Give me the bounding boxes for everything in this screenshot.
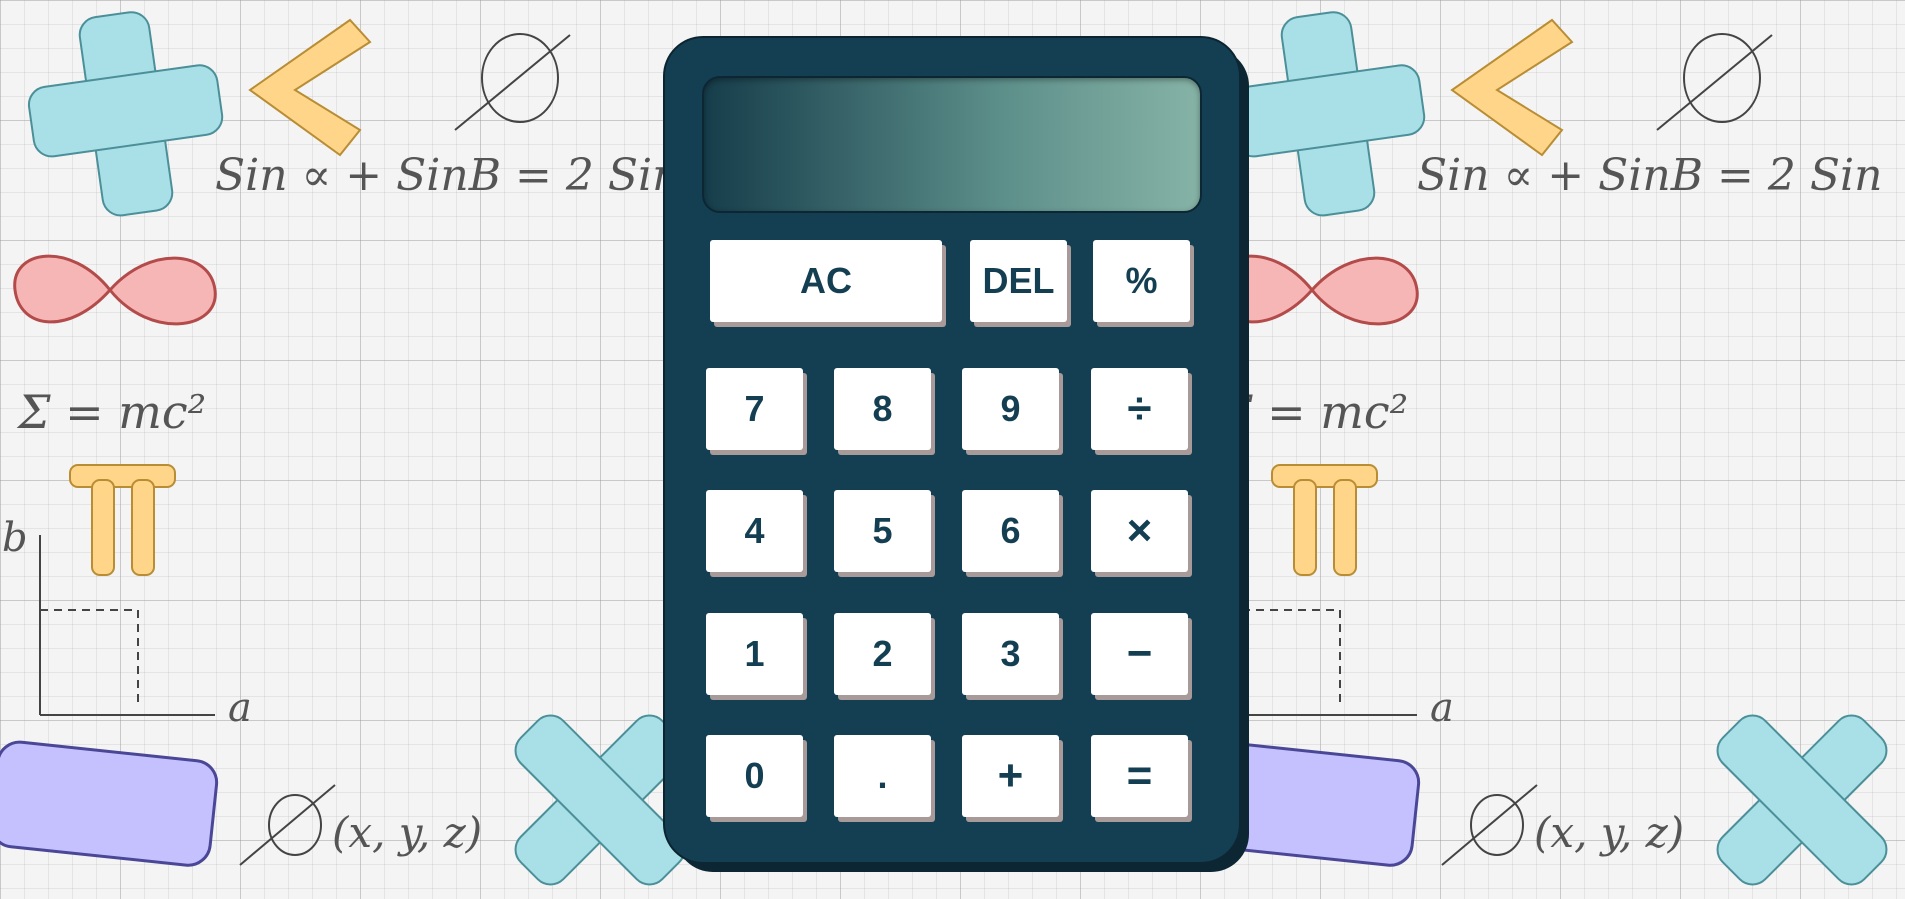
formula-sine-sum: Sin ∝ + SinB = 2 Sin xyxy=(1417,150,1883,201)
percent-button[interactable]: % xyxy=(1093,240,1190,322)
plus-icon xyxy=(1229,11,1426,217)
digit-5-button[interactable]: 5 xyxy=(834,490,931,572)
background-art xyxy=(1191,11,1888,886)
equals-button[interactable]: = xyxy=(1091,735,1188,817)
plus-icon xyxy=(27,11,224,217)
digit-1-button[interactable]: 1 xyxy=(706,613,803,695)
axis-label-a: a xyxy=(1430,685,1454,731)
calculator: AC DEL % 7 8 9 ÷ 4 5 6 × 1 2 3 − 0 . + = xyxy=(665,38,1239,862)
background-tile xyxy=(1191,0,1905,899)
digit-0-button[interactable]: 0 xyxy=(706,735,803,817)
less-than-icon xyxy=(1450,18,1574,157)
axis-label-b: b xyxy=(2,515,28,561)
multiply-button[interactable]: × xyxy=(1091,490,1188,572)
infinity-icon xyxy=(1215,254,1419,326)
all-clear-button[interactable]: AC xyxy=(710,240,942,322)
formula-energy: Σ = mc² xyxy=(1220,385,1409,439)
graph-axes-icon xyxy=(39,535,215,716)
calculator-display xyxy=(702,76,1202,213)
formula-sine-sum: Sin ∝ + SinB = 2 Sin xyxy=(215,150,681,201)
empty-set-icon xyxy=(239,784,336,866)
formula-energy: Σ = mc² xyxy=(18,385,207,439)
digit-7-button[interactable]: 7 xyxy=(706,368,803,450)
digit-3-button[interactable]: 3 xyxy=(962,613,1059,695)
formula-coordinates: (x, y, z) xyxy=(1534,808,1685,857)
pi-icon xyxy=(69,464,176,576)
axis-label-a: a xyxy=(228,685,252,731)
digit-6-button[interactable]: 6 xyxy=(962,490,1059,572)
decimal-point-button[interactable]: . xyxy=(834,735,931,817)
multiply-icon xyxy=(1716,714,1888,886)
digit-4-button[interactable]: 4 xyxy=(706,490,803,572)
less-than-icon xyxy=(248,18,372,157)
digit-9-button[interactable]: 9 xyxy=(962,368,1059,450)
empty-set-icon xyxy=(454,33,571,131)
empty-set-icon xyxy=(1656,33,1773,131)
empty-set-icon xyxy=(1441,784,1538,866)
delete-button[interactable]: DEL xyxy=(970,240,1067,322)
formula-coordinates: (x, y, z) xyxy=(332,808,483,857)
digit-8-button[interactable]: 8 xyxy=(834,368,931,450)
infinity-icon xyxy=(13,254,217,326)
graph-axes-icon xyxy=(1241,535,1417,716)
subtract-button[interactable]: − xyxy=(1091,613,1188,695)
eraser-icon xyxy=(0,740,219,867)
divide-button[interactable]: ÷ xyxy=(1091,368,1188,450)
pi-icon xyxy=(1271,464,1378,576)
digit-2-button[interactable]: 2 xyxy=(834,613,931,695)
add-button[interactable]: + xyxy=(962,735,1059,817)
